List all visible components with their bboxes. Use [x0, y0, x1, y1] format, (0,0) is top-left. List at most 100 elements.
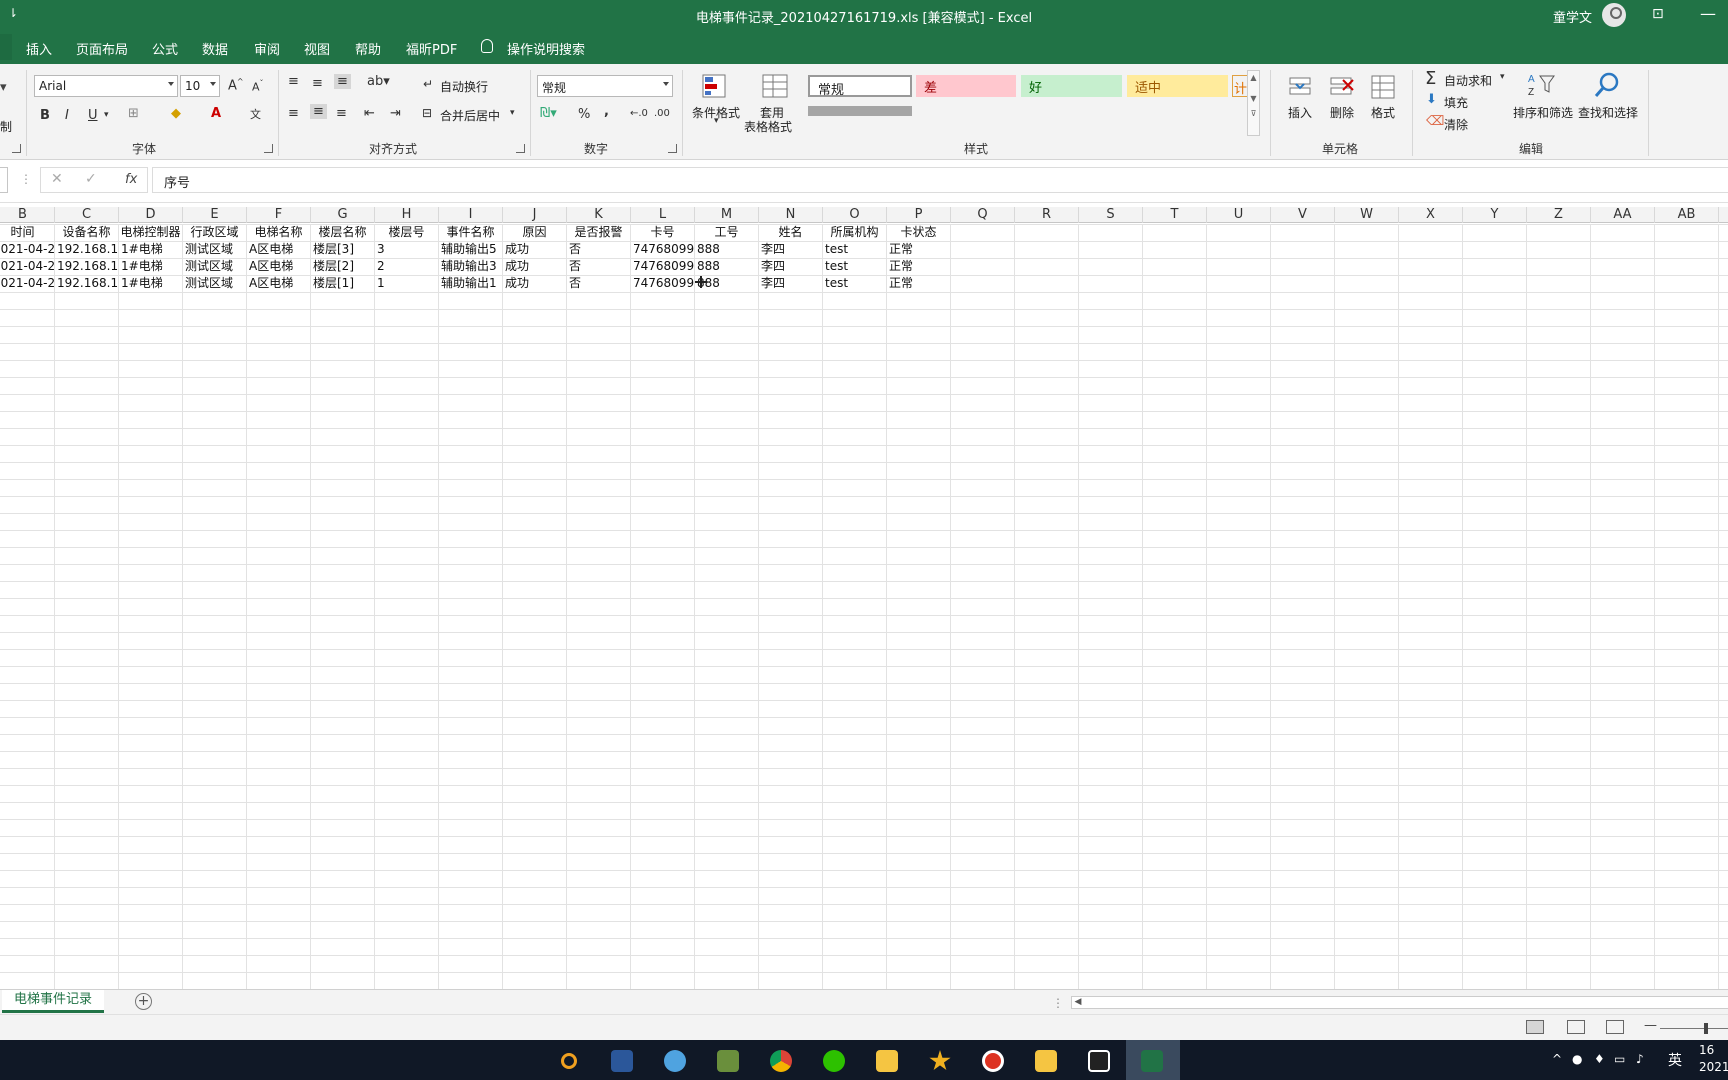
header-cell[interactable]: 行政区域: [183, 224, 246, 240]
data-cell[interactable]: test: [823, 275, 886, 291]
merge-center-icon[interactable]: ⊟: [422, 106, 432, 120]
format-as-table-label-2[interactable]: 表格格式: [744, 118, 792, 135]
data-cell[interactable]: 楼层[3]: [311, 241, 374, 257]
clipboard-launcher-icon[interactable]: [12, 144, 21, 153]
column-header-c[interactable]: C: [55, 207, 119, 223]
data-cell[interactable]: A区电梯: [247, 275, 310, 291]
data-cell[interactable]: 李四: [759, 258, 822, 274]
data-cell[interactable]: 7476809928: [631, 241, 694, 257]
format-as-table-icon[interactable]: [760, 72, 790, 102]
column-header-p[interactable]: P: [887, 207, 951, 223]
tab-formulas[interactable]: 公式: [152, 39, 178, 58]
conditional-dropdown-icon[interactable]: ▾: [714, 116, 719, 126]
zoom-slider-thumb[interactable]: [1704, 1023, 1708, 1034]
data-cell[interactable]: 测试区域: [183, 241, 246, 257]
align-bottom-icon[interactable]: ≡: [334, 74, 351, 89]
column-header-k[interactable]: K: [567, 207, 631, 223]
cell-area[interactable]: 时间 设备名称 电梯控制器 行政区域 电梯名称 楼层名称 楼层号 事件名称 原因 是否报警 卡号 工号…: [0, 224, 1728, 989]
italic-icon[interactable]: I: [65, 108, 69, 123]
ime-indicator[interactable]: 英: [1668, 1050, 1682, 1070]
column-header-j[interactable]: J: [503, 207, 567, 223]
tab-home-partial[interactable]: [0, 34, 12, 60]
tray-app-icon[interactable]: ●: [1572, 1052, 1582, 1066]
alignment-launcher-icon[interactable]: [516, 144, 525, 153]
clock[interactable]: 16 2021: [1699, 1042, 1728, 1076]
increase-indent-icon[interactable]: ⇥: [390, 106, 401, 121]
tab-review[interactable]: 审阅: [254, 39, 280, 58]
header-cell[interactable]: 是否报警: [567, 224, 630, 240]
column-header-h[interactable]: H: [375, 207, 439, 223]
decrease-indent-icon[interactable]: ⇤: [364, 106, 375, 121]
avatar-icon[interactable]: [1602, 3, 1626, 27]
wechat-icon[interactable]: [816, 1046, 852, 1076]
style-calculation[interactable]: 计: [1232, 75, 1248, 97]
percent-button[interactable]: %: [578, 107, 590, 122]
tab-view[interactable]: 视图: [304, 39, 330, 58]
record-icon[interactable]: [975, 1046, 1011, 1076]
find-select-icon[interactable]: [1592, 70, 1622, 100]
column-header-f[interactable]: F: [247, 207, 311, 223]
data-cell[interactable]: 正常: [887, 258, 950, 274]
network-tray-icon[interactable]: ▭: [1614, 1052, 1625, 1066]
column-header-b[interactable]: B: [0, 207, 55, 223]
merge-dropdown-icon[interactable]: ▾: [510, 108, 515, 118]
data-cell[interactable]: 辅助输出5: [439, 241, 502, 257]
number-format-select[interactable]: 常规: [537, 75, 673, 97]
chrome-icon[interactable]: [763, 1046, 799, 1076]
word-icon[interactable]: [604, 1046, 640, 1076]
font-name-select[interactable]: Arial: [34, 75, 178, 97]
column-header-aa[interactable]: AA: [1591, 207, 1655, 223]
explorer-icon[interactable]: [1028, 1046, 1064, 1076]
align-middle-icon[interactable]: ≡: [312, 76, 323, 91]
fill-button[interactable]: 填充: [1444, 94, 1468, 111]
data-cell[interactable]: 李四: [759, 241, 822, 257]
underline-dropdown-icon[interactable]: ▾: [104, 110, 109, 120]
tell-me-search[interactable]: 操作说明搜索: [507, 39, 585, 58]
column-header-v[interactable]: V: [1271, 207, 1335, 223]
page-layout-view-icon[interactable]: [1567, 1020, 1585, 1034]
find-select-button[interactable]: 查找和选择: [1578, 104, 1638, 121]
autosum-icon[interactable]: Σ: [1425, 68, 1436, 89]
autosum-dropdown-icon[interactable]: ▾: [1500, 72, 1505, 82]
data-cell[interactable]: 7476809928: [631, 258, 694, 274]
header-cell[interactable]: 事件名称: [439, 224, 502, 240]
fill-color-icon[interactable]: ◆: [171, 106, 181, 121]
style-linked-cell[interactable]: [1127, 106, 1228, 116]
header-cell[interactable]: 原因: [503, 224, 566, 240]
sort-filter-button[interactable]: 排序和筛选: [1513, 104, 1573, 121]
column-header-s[interactable]: S: [1079, 207, 1143, 223]
orientation-icon[interactable]: ab▾: [367, 74, 390, 89]
decrease-font-icon[interactable]: Aˇ: [252, 79, 264, 94]
align-top-icon[interactable]: ≡: [288, 74, 299, 89]
folder-icon[interactable]: [869, 1046, 905, 1076]
zoom-out-icon[interactable]: —: [1644, 1018, 1657, 1033]
column-header-ab[interactable]: AB: [1655, 207, 1719, 223]
format-cells-button[interactable]: 格式: [1371, 104, 1395, 121]
horizontal-scrollbar[interactable]: [1071, 996, 1728, 1009]
increase-font-icon[interactable]: A^: [228, 77, 244, 93]
align-left-icon[interactable]: ≡: [288, 106, 299, 121]
header-cell[interactable]: 工号: [695, 224, 758, 240]
delete-cells-icon[interactable]: [1327, 72, 1357, 102]
column-header-z[interactable]: Z: [1527, 207, 1591, 223]
number-launcher-icon[interactable]: [668, 144, 677, 153]
data-cell[interactable]: 1#电梯: [119, 241, 182, 257]
data-cell[interactable]: 李四: [759, 275, 822, 291]
data-cell[interactable]: 2: [375, 258, 438, 274]
data-cell[interactable]: 成功: [503, 275, 566, 291]
zoom-slider[interactable]: [1660, 1028, 1728, 1029]
column-header-x[interactable]: X: [1399, 207, 1463, 223]
insert-cells-icon[interactable]: [1286, 72, 1316, 102]
eraser-icon[interactable]: ⌫: [1426, 114, 1444, 129]
app-icon[interactable]: [710, 1046, 746, 1076]
style-good[interactable]: 好: [1021, 75, 1122, 97]
normal-view-icon[interactable]: [1526, 1020, 1544, 1034]
gallery-more-icon[interactable]: ⊽: [1248, 109, 1259, 118]
header-cell[interactable]: 楼层号: [375, 224, 438, 240]
data-cell[interactable]: 192.168.1.: [55, 241, 118, 257]
data-cell[interactable]: test: [823, 258, 886, 274]
header-cell[interactable]: 电梯控制器: [119, 224, 182, 240]
wrap-text-button[interactable]: 自动换行: [440, 78, 488, 95]
styles-gallery-scroll[interactable]: ▲ ▼ ⊽: [1247, 70, 1260, 136]
column-header-w[interactable]: W: [1335, 207, 1399, 223]
